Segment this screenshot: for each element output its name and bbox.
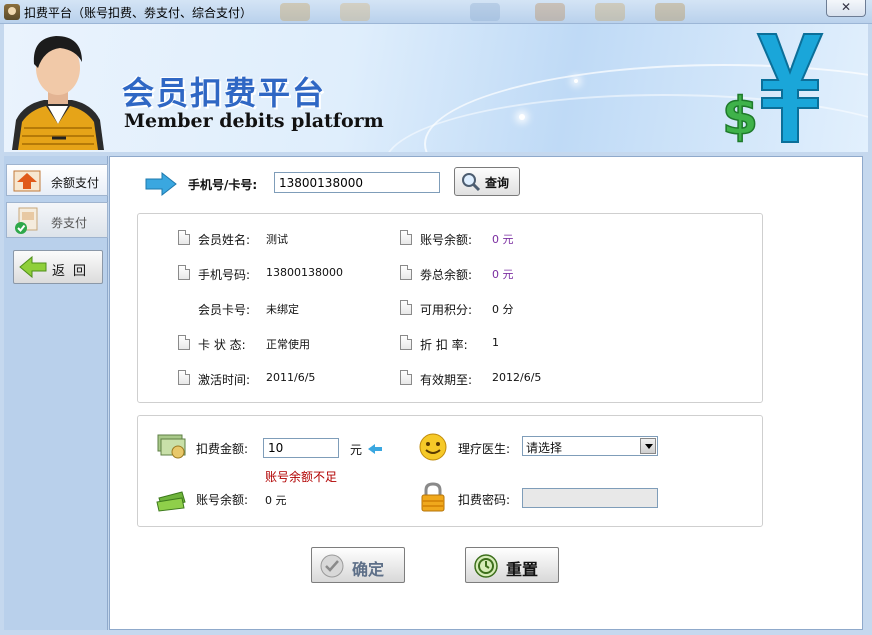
yuan-dollar-icon: $ (721, 33, 824, 148)
activate-time-value: 2011/6/5 (266, 371, 316, 384)
payment-balance-value: 0 元 (265, 494, 287, 507)
field-label: 有效期至: (420, 373, 473, 387)
document-icon (178, 370, 190, 385)
decor-icon (470, 3, 500, 21)
document-icon (400, 265, 412, 280)
reset-button[interactable]: 重置 (465, 547, 559, 583)
confirm-button[interactable]: 确定 (311, 547, 405, 583)
banner-subtitle: Member debits platform (124, 110, 384, 132)
deduct-password-input[interactable] (522, 488, 658, 508)
field-label: 激活时间: (198, 373, 251, 387)
payment-panel: 扣费金额: 元 账号余额不足 账号余额: 0 元 理疗医生: 请选择 (137, 415, 763, 527)
title-bar: 扣费平台（账号扣费、劵支付、综合支付） ✕ (0, 0, 872, 24)
field-label: 折 扣 率: (420, 338, 468, 352)
deduct-amount-input[interactable] (263, 438, 339, 458)
field-label: 卡 状 态: (198, 338, 246, 352)
decor-icon (535, 3, 565, 21)
banner-title: 会员扣费平台 (122, 74, 327, 112)
sidebar-item-label: 劵支付 (51, 216, 88, 230)
account-balance-value: 0 元 (492, 233, 514, 246)
sparkle-icon (574, 79, 578, 83)
back-arrow-icon (19, 255, 47, 279)
member-name-value: 测试 (266, 233, 288, 246)
query-button[interactable]: 查询 (454, 167, 520, 196)
search-icon (462, 173, 481, 192)
wallet-icon (156, 491, 186, 512)
sidebar-item-label: 余额支付 (51, 176, 100, 190)
doctor-select[interactable]: 请选择 (522, 436, 658, 456)
field-label: 手机号码: (198, 268, 251, 282)
balance-pay-icon (13, 170, 41, 192)
back-button[interactable]: 返回 (13, 250, 103, 284)
member-info-panel: 会员姓名: 测试 手机号码: 13800138000 会员卡号: 未绑定 卡 状… (137, 213, 763, 403)
arrow-right-icon (145, 171, 177, 197)
back-button-label: 返回 (52, 264, 95, 279)
coupon-pay-icon (15, 207, 38, 234)
query-button-label: 查询 (485, 176, 510, 190)
phone-card-input[interactable] (274, 172, 440, 193)
document-icon (400, 335, 412, 350)
field-label: 劵总余额: (420, 268, 473, 282)
arrow-left-icon (368, 444, 382, 454)
close-icon: ✕ (840, 0, 852, 14)
decor-icon (595, 3, 625, 21)
field-label: 会员卡号: (198, 303, 251, 317)
sidebar-item-coupon-pay[interactable]: 劵支付 (6, 202, 108, 238)
doctor-select-value: 请选择 (526, 441, 563, 455)
field-label: 账号余额: (196, 493, 249, 507)
field-label: 可用积分: (420, 303, 473, 317)
lock-icon (421, 482, 445, 512)
decor-icon (655, 3, 685, 21)
insufficient-balance-warning: 账号余额不足 (265, 470, 338, 484)
member-card-value: 未绑定 (266, 303, 299, 316)
field-label: 扣费密码: (458, 493, 511, 507)
main-content: 手机号/卡号: 查询 会员姓名: 测试 手机号码: 13800138000 会员… (109, 156, 863, 630)
discount-value: 1 (492, 336, 499, 349)
search-label: 手机号/卡号: (188, 178, 258, 192)
chevron-down-icon[interactable] (640, 438, 656, 454)
cash-icon (157, 434, 186, 459)
smiley-icon (419, 433, 447, 461)
document-icon (400, 300, 412, 315)
svg-text:$: $ (722, 87, 758, 147)
sidebar: 余额支付 劵支付 返回 (4, 156, 108, 630)
confirm-button-label: 确定 (352, 560, 385, 579)
header-banner: 会员扣费平台 Member debits platform $ (4, 24, 868, 152)
member-avatar-icon (12, 36, 104, 150)
expire-value: 2012/6/5 (492, 371, 542, 384)
member-phone-value: 13800138000 (266, 266, 343, 279)
sidebar-item-balance-pay[interactable]: 余额支付 (6, 164, 108, 196)
field-label: 会员姓名: (198, 233, 251, 247)
coupon-balance-value: 0 元 (492, 268, 514, 281)
sparkle-icon (519, 114, 525, 120)
field-label: 理疗医生: (458, 442, 511, 456)
document-icon (178, 335, 190, 350)
window-title: 扣费平台（账号扣费、劵支付、综合支付） (24, 6, 253, 20)
decor-icon (280, 3, 310, 21)
close-button[interactable]: ✕ (826, 0, 866, 17)
amount-unit: 元 (350, 443, 363, 457)
check-icon (320, 554, 344, 578)
document-icon (400, 230, 412, 245)
card-status-value: 正常使用 (266, 338, 310, 351)
reset-button-label: 重置 (506, 560, 539, 579)
document-icon (178, 265, 190, 280)
field-label: 账号余额: (420, 233, 473, 247)
document-icon (400, 370, 412, 385)
points-value: 0 分 (492, 303, 514, 316)
app-icon (4, 4, 20, 20)
document-icon (178, 230, 190, 245)
field-label: 扣费金额: (196, 442, 249, 456)
reset-clock-icon (474, 554, 498, 578)
decor-icon (340, 3, 370, 21)
